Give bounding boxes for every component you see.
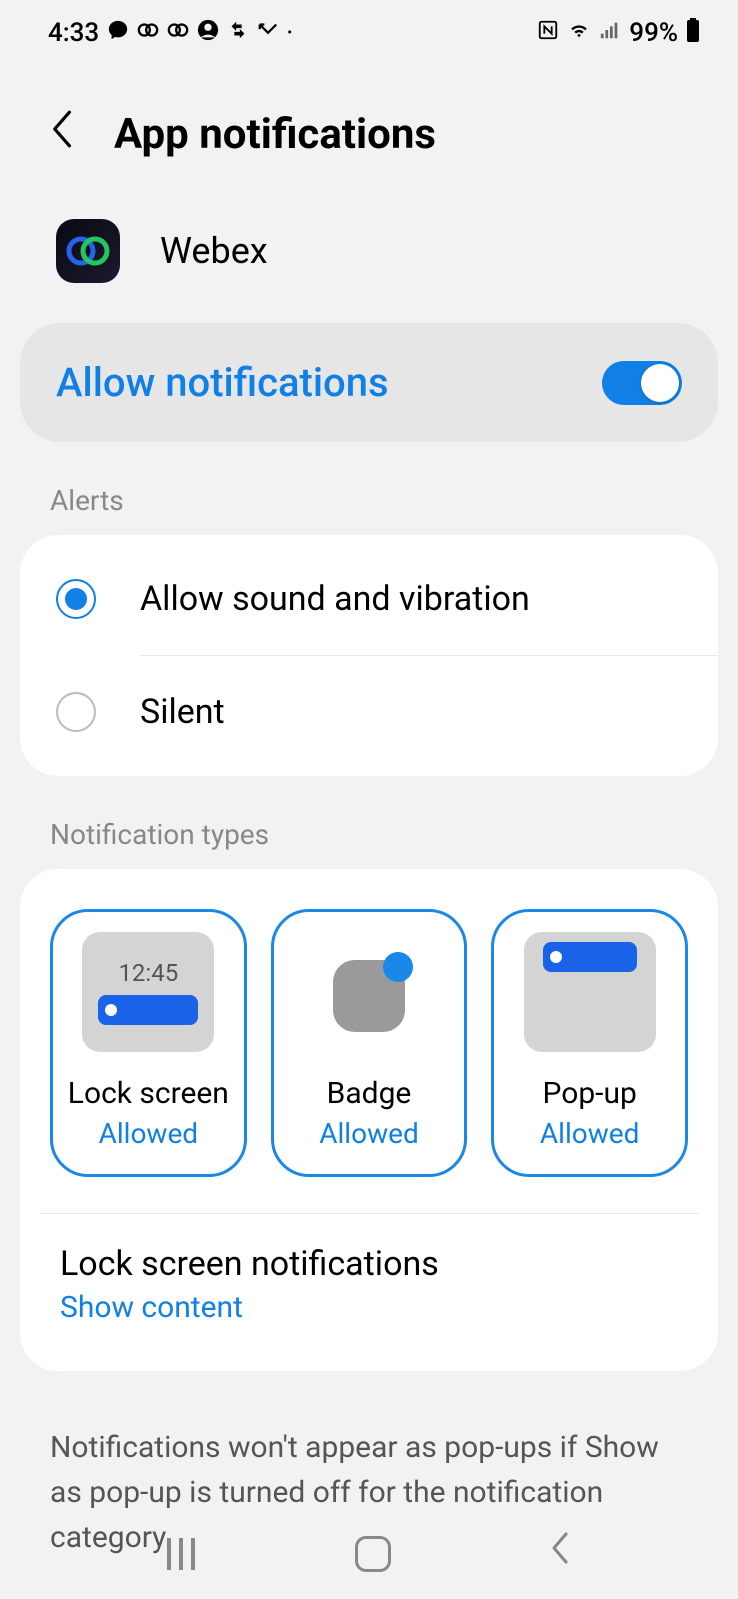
tile-status: Allowed bbox=[99, 1117, 199, 1150]
lockscreen-notifications-row[interactable]: Lock screen notifications Show content bbox=[50, 1214, 688, 1341]
alert-option-label: Allow sound and vibration bbox=[140, 579, 530, 619]
dot-icon: • bbox=[287, 25, 292, 41]
types-section-header: Notification types bbox=[0, 776, 738, 869]
alerts-card: Allow sound and vibration Silent bbox=[20, 535, 718, 776]
tile-label: Badge bbox=[327, 1076, 412, 1111]
tile-status: Allowed bbox=[540, 1117, 640, 1150]
lockscreen-graphic-icon: 12:45 bbox=[82, 932, 214, 1052]
radio-unselected-icon bbox=[56, 692, 96, 732]
type-tile-lockscreen[interactable]: 12:45 Lock screen Allowed bbox=[50, 909, 247, 1177]
navigation-bar bbox=[0, 1528, 738, 1579]
nav-home-button[interactable] bbox=[355, 1536, 391, 1572]
header: App notifications bbox=[0, 58, 738, 201]
app-row: Webex bbox=[0, 201, 738, 323]
lockscreen-time: 12:45 bbox=[118, 959, 178, 987]
wifi-icon bbox=[567, 19, 591, 47]
lockscreen-notifications-title: Lock screen notifications bbox=[60, 1244, 678, 1284]
page-title: App notifications bbox=[114, 110, 436, 159]
alerts-section-header: Alerts bbox=[0, 442, 738, 535]
alert-option-sound-vibration[interactable]: Allow sound and vibration bbox=[20, 543, 718, 655]
popup-graphic-icon bbox=[524, 932, 656, 1052]
nav-back-button[interactable] bbox=[545, 1528, 571, 1579]
signal-icon bbox=[599, 19, 621, 47]
tile-status: Allowed bbox=[319, 1117, 419, 1150]
webex-icon-2 bbox=[167, 19, 189, 47]
notification-types-card: 12:45 Lock screen Allowed Badge Allowed … bbox=[20, 869, 718, 1371]
tile-label: Lock screen bbox=[68, 1076, 229, 1111]
allow-notifications-toggle[interactable] bbox=[602, 361, 682, 405]
chat-icon bbox=[107, 19, 129, 47]
type-tile-popup[interactable]: Pop-up Allowed bbox=[491, 909, 688, 1177]
status-bar: 4:33 • 99% bbox=[0, 0, 738, 58]
back-icon[interactable] bbox=[48, 108, 74, 161]
radio-selected-icon bbox=[56, 579, 96, 619]
allow-notifications-label: Allow notifications bbox=[56, 359, 389, 406]
lockscreen-notifications-subtitle: Show content bbox=[60, 1290, 678, 1325]
app-icon bbox=[56, 219, 120, 283]
battery-icon bbox=[686, 18, 700, 48]
nfc-icon bbox=[537, 19, 559, 47]
missed-call-icon bbox=[257, 19, 279, 47]
badge-graphic-icon bbox=[303, 932, 435, 1052]
battery-percent: 99% bbox=[629, 18, 678, 48]
type-tile-badge[interactable]: Badge Allowed bbox=[271, 909, 468, 1177]
allow-notifications-row[interactable]: Allow notifications bbox=[20, 323, 718, 442]
tile-label: Pop-up bbox=[542, 1076, 636, 1111]
alert-option-silent[interactable]: Silent bbox=[20, 656, 718, 768]
sync-icon bbox=[227, 19, 249, 47]
alert-option-label: Silent bbox=[140, 692, 225, 732]
status-time: 4:33 bbox=[48, 18, 99, 48]
account-icon bbox=[197, 19, 219, 47]
app-name: Webex bbox=[160, 230, 268, 272]
nav-recents-button[interactable] bbox=[167, 1537, 201, 1571]
webex-icon bbox=[137, 19, 159, 47]
